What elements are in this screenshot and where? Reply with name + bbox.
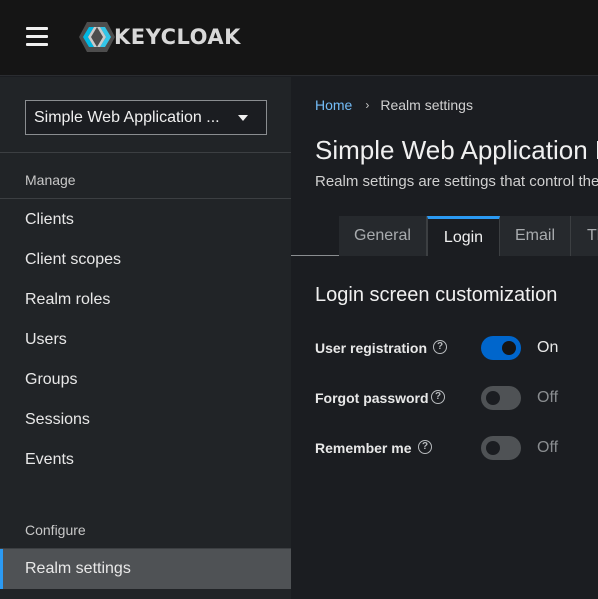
forgot-password-switch[interactable] (481, 386, 521, 410)
sidebar-item-realm-roles[interactable]: Realm roles (0, 280, 291, 320)
breadcrumb-current: Realm settings (380, 97, 473, 113)
caret-down-icon (238, 115, 248, 121)
sidebar-item-clients[interactable]: Clients (0, 200, 291, 240)
sidebar-item-events[interactable]: Events (0, 440, 291, 480)
keycloak-logo-icon (79, 22, 115, 52)
remember-me-row: Remember me ? Off (315, 436, 598, 462)
help-icon[interactable]: ? (418, 440, 432, 454)
switch-knob (502, 341, 516, 355)
sidebar-item-sessions[interactable]: Sessions (0, 400, 291, 440)
remember-me-state: Off (537, 439, 559, 456)
switch-knob (486, 441, 500, 455)
realm-settings-tabs: General Login Email Themes (291, 216, 598, 256)
remember-me-switch[interactable] (481, 436, 521, 460)
help-icon[interactable]: ? (433, 340, 447, 354)
masthead: KEYCLOAK (0, 0, 598, 76)
user-registration-row: User registration ? On (315, 336, 598, 362)
user-registration-state: On (537, 339, 559, 356)
brand-name: KEYCLOAK (114, 25, 241, 49)
breadcrumb-home-link[interactable]: Home (315, 97, 352, 113)
chevron-right-icon: › (365, 98, 370, 112)
breadcrumb: Home › Realm settings (315, 97, 473, 113)
switch-knob (486, 391, 500, 405)
tab-email[interactable]: Email (500, 216, 571, 256)
sidebar: Simple Web Application ... Manage Client… (0, 77, 291, 599)
sidebar-item-realm-settings[interactable]: Realm settings (0, 549, 291, 589)
sidebar-item-groups[interactable]: Groups (0, 360, 291, 400)
user-registration-switch[interactable] (481, 336, 521, 360)
sidebar-divider (0, 198, 291, 199)
forgot-password-state: Off (537, 389, 559, 406)
sidebar-section-manage: Manage (25, 172, 76, 188)
section-title: Login screen customization (315, 284, 558, 306)
realm-selector[interactable]: Simple Web Application ... (25, 100, 267, 135)
page-description: Realm settings are settings that control… (315, 173, 598, 190)
tabs-underline (291, 255, 339, 256)
keycloak-logo[interactable]: KEYCLOAK (78, 21, 241, 53)
hamburger-menu-icon[interactable] (26, 27, 48, 47)
sidebar-section-configure: Configure (25, 522, 86, 538)
remember-me-label: Remember me (315, 440, 412, 456)
forgot-password-row: Forgot password ? Off (315, 386, 598, 412)
page-title: Simple Web Application Realm (315, 135, 598, 165)
tab-themes[interactable]: Themes (571, 216, 598, 256)
user-registration-label: User registration (315, 340, 428, 356)
sidebar-item-client-scopes[interactable]: Client scopes (0, 240, 291, 280)
forgot-password-label: Forgot password (315, 390, 429, 406)
help-icon[interactable]: ? (431, 390, 445, 404)
sidebar-item-users[interactable]: Users (0, 320, 291, 360)
tab-general[interactable]: General (339, 216, 427, 256)
tab-login[interactable]: Login (427, 216, 500, 256)
realm-selector-value: Simple Web Application ... (34, 108, 220, 126)
main-content: Home › Realm settings Simple Web Applica… (291, 77, 598, 599)
sidebar-divider (0, 152, 291, 153)
